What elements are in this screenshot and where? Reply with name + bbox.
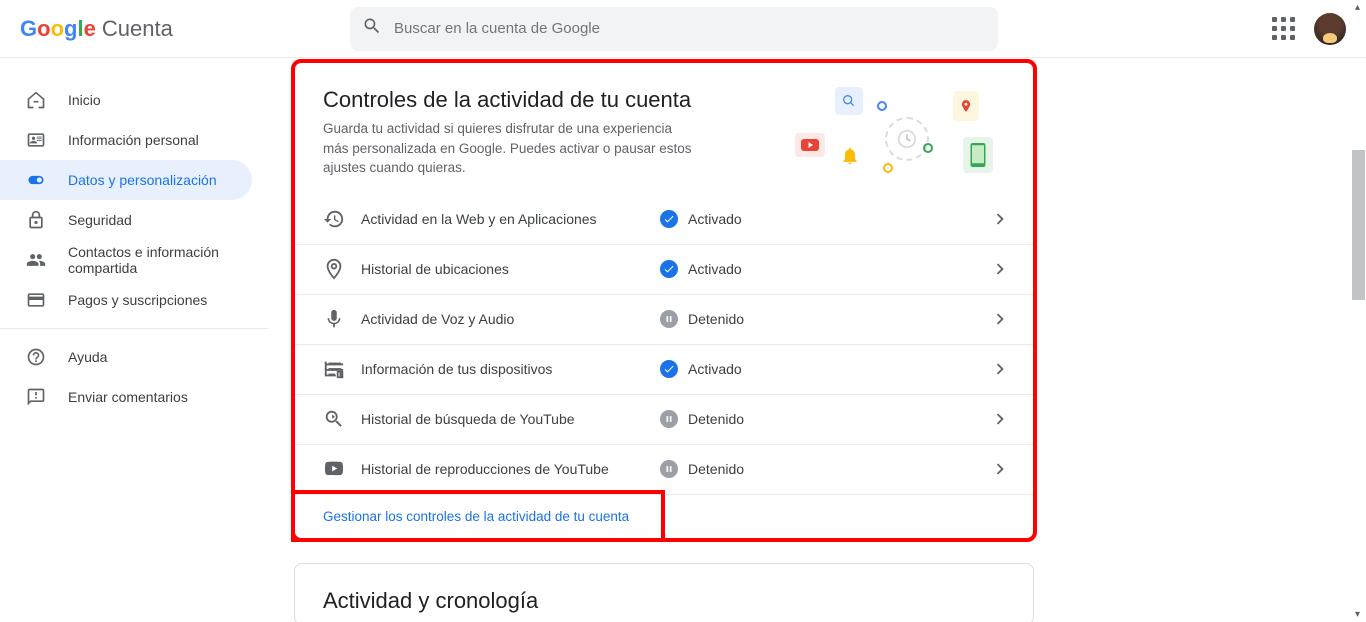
toggle-icon xyxy=(26,170,46,190)
status-paused-icon xyxy=(660,410,678,428)
nav-data-personalization[interactable]: Datos y personalización xyxy=(0,160,252,200)
row-status-text: Activado xyxy=(688,361,742,377)
activity-control-row[interactable]: Actividad en la Web y en Aplicaciones Act… xyxy=(295,194,1033,244)
nav-help[interactable]: Ayuda xyxy=(0,337,252,377)
row-label: Información de tus dispositivos xyxy=(361,361,552,377)
nav-label: Datos y personalización xyxy=(68,172,217,188)
card-title: Controles de la actividad de tu cuenta xyxy=(323,87,693,113)
card-title: Actividad y cronología xyxy=(323,588,1005,614)
row-status-text: Activado xyxy=(688,261,742,277)
nav-contacts-sharing[interactable]: Contactos e información compartida xyxy=(0,240,252,280)
row-status-text: Detenido xyxy=(688,311,744,327)
google-logo-text: Google xyxy=(20,16,96,42)
card-illustration xyxy=(785,87,1005,177)
nav-label: Seguridad xyxy=(68,212,132,228)
nav-security[interactable]: Seguridad xyxy=(0,200,252,240)
card-description: Guarda tu actividad si quieres disfrutar… xyxy=(323,119,693,178)
nav-home[interactable]: Inicio xyxy=(0,80,252,120)
chevron-right-icon xyxy=(989,408,1011,430)
row-label: Historial de búsqueda de YouTube xyxy=(361,411,575,427)
lock-icon xyxy=(26,210,46,230)
activity-control-row[interactable]: Información de tus dispositivos Activado xyxy=(295,344,1033,394)
nav-divider xyxy=(0,328,268,329)
account-avatar[interactable] xyxy=(1314,13,1346,45)
row-icon xyxy=(323,458,345,480)
status-on-icon xyxy=(660,260,678,278)
chevron-right-icon xyxy=(989,308,1011,330)
nav-label: Información personal xyxy=(68,132,199,148)
activity-controls-card: Controles de la actividad de tu cuenta G… xyxy=(294,62,1034,539)
activity-control-row[interactable]: Historial de reproducciones de YouTube De… xyxy=(295,444,1033,494)
activity-timeline-card: Actividad y cronología xyxy=(294,563,1034,622)
nav-feedback[interactable]: Enviar comentarios xyxy=(0,377,252,417)
google-apps-icon[interactable] xyxy=(1272,17,1296,41)
help-icon xyxy=(26,347,46,367)
app-title: Cuenta xyxy=(102,16,173,42)
status-paused-icon xyxy=(660,460,678,478)
chevron-right-icon xyxy=(989,258,1011,280)
id-card-icon xyxy=(26,130,46,150)
status-on-icon xyxy=(660,210,678,228)
nav-label: Pagos y suscripciones xyxy=(68,292,207,308)
sidebar: Inicio Información personal Datos y pers… xyxy=(0,58,280,622)
row-icon xyxy=(323,308,345,330)
row-status-text: Detenido xyxy=(688,461,744,477)
google-account-logo[interactable]: Google Cuenta xyxy=(20,16,173,42)
nav-label: Ayuda xyxy=(68,349,107,365)
row-label: Actividad en la Web y en Aplicaciones xyxy=(361,211,597,227)
row-icon xyxy=(323,408,345,430)
row-icon xyxy=(323,358,345,380)
row-label: Actividad de Voz y Audio xyxy=(361,311,514,327)
feedback-icon xyxy=(26,387,46,407)
activity-control-row[interactable]: Historial de ubicaciones Activado xyxy=(295,244,1033,294)
credit-card-icon xyxy=(26,290,46,310)
row-label: Historial de ubicaciones xyxy=(361,261,509,277)
row-icon xyxy=(323,258,345,280)
chevron-right-icon xyxy=(989,458,1011,480)
row-status-text: Activado xyxy=(688,211,742,227)
scroll-down-icon[interactable]: ▾ xyxy=(1350,607,1365,622)
row-label: Historial de reproducciones de YouTube xyxy=(361,461,609,477)
nav-label: Inicio xyxy=(68,92,101,108)
activity-control-row[interactable]: Historial de búsqueda de YouTube Detenido xyxy=(295,394,1033,444)
chevron-right-icon xyxy=(989,358,1011,380)
nav-personal-info[interactable]: Información personal xyxy=(0,120,252,160)
manage-activity-link[interactable]: Gestionar los controles de la actividad … xyxy=(295,494,1033,538)
status-on-icon xyxy=(660,360,678,378)
nav-payments-subscriptions[interactable]: Pagos y suscripciones xyxy=(0,280,252,320)
home-icon xyxy=(26,90,46,110)
row-icon xyxy=(323,208,345,230)
search-icon xyxy=(362,16,382,41)
row-status-text: Detenido xyxy=(688,411,744,427)
search-input[interactable] xyxy=(394,20,986,37)
activity-control-row[interactable]: Actividad de Voz y Audio Detenido xyxy=(295,294,1033,344)
scrollbar[interactable]: ▴ ▾ xyxy=(1349,0,1366,622)
people-icon xyxy=(26,250,46,270)
nav-label: Enviar comentarios xyxy=(68,389,188,405)
nav-label: Contactos e información compartida xyxy=(68,244,252,276)
status-paused-icon xyxy=(660,310,678,328)
scroll-thumb[interactable] xyxy=(1352,150,1365,300)
chevron-right-icon xyxy=(989,208,1011,230)
scroll-up-icon[interactable]: ▴ xyxy=(1350,0,1365,15)
search-bar[interactable] xyxy=(350,7,998,51)
